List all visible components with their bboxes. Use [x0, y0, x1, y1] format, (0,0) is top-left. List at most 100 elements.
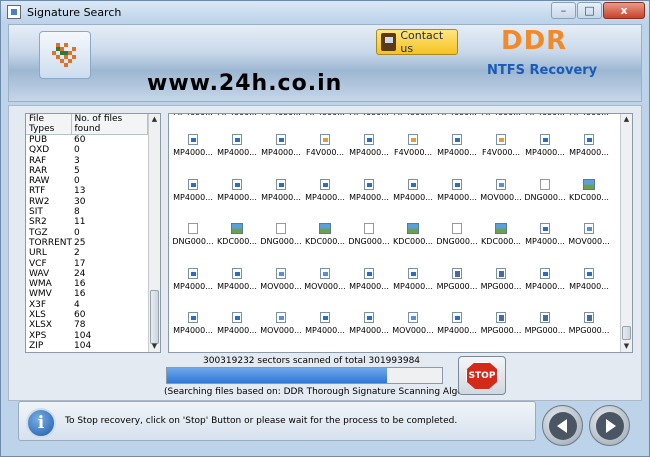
file-item[interactable]: MOV000...	[259, 312, 303, 352]
file-item[interactable]: DNG000...	[523, 178, 567, 223]
file-item[interactable]: KDC000...	[215, 223, 259, 267]
table-row[interactable]: URL 2	[26, 248, 148, 258]
files-scrollbar[interactable]: ▲ ▼	[620, 114, 632, 352]
file-item[interactable]: KDC000...	[303, 223, 347, 267]
file-item[interactable]: MPG000...	[567, 312, 611, 352]
table-row[interactable]: RTF 13	[26, 186, 148, 196]
file-item[interactable]: F4V000...	[479, 134, 523, 178]
table-row[interactable]: X3F 4	[26, 300, 148, 310]
file-item[interactable]: MP4000...	[435, 134, 479, 178]
file-item[interactable]: MP4000...	[435, 114, 479, 120]
maximize-button[interactable]: □	[577, 2, 602, 19]
file-item[interactable]: DNG000...	[347, 223, 391, 267]
file-item[interactable]: MP4000...	[391, 114, 435, 120]
close-button[interactable]: x	[603, 2, 645, 19]
file-item[interactable]: MOV000...	[567, 223, 611, 267]
scroll-down-arrow-icon[interactable]: ▼	[149, 341, 160, 352]
file-item[interactable]: MP4000...	[479, 114, 523, 120]
file-item[interactable]: KDC000...	[391, 223, 435, 267]
file-item[interactable]: MP4000...	[259, 178, 303, 223]
file-item[interactable]: MP4000...	[347, 114, 391, 120]
file-item[interactable]: MP4000...	[171, 114, 215, 120]
scroll-thumb[interactable]	[150, 290, 159, 344]
file-item[interactable]: MP4000...	[347, 267, 391, 312]
scroll-thumb[interactable]	[622, 326, 631, 340]
file-item[interactable]: MP4000...	[259, 134, 303, 178]
table-row[interactable]: RAW 0	[26, 176, 148, 186]
file-item[interactable]: KDC000...	[567, 178, 611, 223]
file-type-cell: RTF	[29, 186, 46, 197]
file-item[interactable]: MP4000...	[567, 134, 611, 178]
file-types-list[interactable]: File Types No. of files found PUB 60 QXD 0 R…	[25, 113, 161, 353]
file-item[interactable]: MPG000...	[523, 312, 567, 352]
file-item[interactable]: MP4000...	[391, 267, 435, 312]
table-row[interactable]: XLSX 78	[26, 320, 148, 330]
file-item[interactable]: MP4000...	[523, 223, 567, 267]
table-row[interactable]: QXD 0	[26, 145, 148, 155]
scroll-up-arrow-icon[interactable]: ▲	[621, 114, 632, 125]
table-row[interactable]: WMV 16	[26, 289, 148, 299]
file-item[interactable]: MP4000...	[347, 134, 391, 178]
table-row[interactable]: RAF 3	[26, 156, 148, 166]
file-item[interactable]: MP4000...	[523, 134, 567, 178]
table-row[interactable]: WAV 24	[26, 269, 148, 279]
table-row[interactable]: WMA 16	[26, 279, 148, 289]
table-row[interactable]: TORRENT 25	[26, 238, 148, 248]
table-row[interactable]: ZIP 104	[26, 341, 148, 351]
minimize-button[interactable]: –	[551, 2, 576, 19]
file-item[interactable]: MOV000...	[259, 267, 303, 312]
table-row[interactable]: RW2 30	[26, 197, 148, 207]
file-item[interactable]: MP4000...	[171, 178, 215, 223]
table-row[interactable]: RAR 5	[26, 166, 148, 176]
file-item[interactable]: MP4000...	[435, 312, 479, 352]
file-item[interactable]: MPG000...	[435, 267, 479, 312]
table-row[interactable]: XLS 60	[26, 310, 148, 320]
file-item[interactable]: KDC000...	[479, 223, 523, 267]
file-item[interactable]: DNG000...	[259, 223, 303, 267]
next-button[interactable]	[589, 405, 630, 446]
file-item[interactable]: MP4000...	[567, 114, 611, 120]
file-item[interactable]: MP4000...	[215, 134, 259, 178]
table-row[interactable]: XPS 104	[26, 331, 148, 341]
stop-button[interactable]: STOP	[458, 356, 506, 395]
scroll-down-arrow-icon[interactable]: ▼	[621, 341, 632, 352]
file-item[interactable]: DNG000...	[171, 223, 215, 267]
file-item[interactable]: MPG000...	[479, 267, 523, 312]
column-header-count[interactable]: No. of files found	[71, 114, 148, 135]
file-item[interactable]: MP4000...	[171, 134, 215, 178]
column-header-file-types[interactable]: File Types	[26, 114, 72, 135]
back-button[interactable]	[542, 405, 583, 446]
file-item[interactable]: MP4000...	[347, 178, 391, 223]
table-row[interactable]: TGZ 0	[26, 228, 148, 238]
file-item[interactable]: MP4000...	[259, 114, 303, 120]
file-item[interactable]: MP4000...	[171, 312, 215, 352]
file-item[interactable]: MP4000...	[303, 312, 347, 352]
file-item[interactable]: MP4000...	[215, 114, 259, 120]
file-item[interactable]: MOV000...	[479, 178, 523, 223]
file-item[interactable]: MP4000...	[215, 312, 259, 352]
table-row[interactable]: SIT 8	[26, 207, 148, 217]
file-item[interactable]: MP4000...	[215, 178, 259, 223]
file-item[interactable]: MOV000...	[303, 267, 347, 312]
file-item[interactable]: MPG000...	[479, 312, 523, 352]
file-item[interactable]: MP4000...	[215, 267, 259, 312]
file-item[interactable]: MOV000...	[391, 312, 435, 352]
file-item[interactable]: MP4000...	[435, 178, 479, 223]
file-item[interactable]: MP4000...	[567, 267, 611, 312]
file-item[interactable]: F4V000...	[391, 134, 435, 178]
file-item[interactable]: F4V000...	[303, 134, 347, 178]
contact-us-button[interactable]: Contact us	[376, 29, 458, 55]
table-row[interactable]: VCF 17	[26, 259, 148, 269]
file-item[interactable]: MP4000...	[523, 114, 567, 120]
table-row[interactable]: SR2 11	[26, 217, 148, 227]
file-item[interactable]: MP4000...	[523, 267, 567, 312]
table-row[interactable]: PUB 60	[26, 135, 148, 146]
file-item[interactable]: MP4000...	[347, 312, 391, 352]
file-item[interactable]: MP4000...	[303, 114, 347, 120]
file-item[interactable]: MP4000...	[303, 178, 347, 223]
file-item[interactable]: MP4000...	[171, 267, 215, 312]
scroll-up-arrow-icon[interactable]: ▲	[149, 114, 160, 125]
file-types-scrollbar[interactable]: ▲ ▼	[148, 114, 160, 352]
file-item[interactable]: MP4000...	[391, 178, 435, 223]
file-item[interactable]: DNG000...	[435, 223, 479, 267]
